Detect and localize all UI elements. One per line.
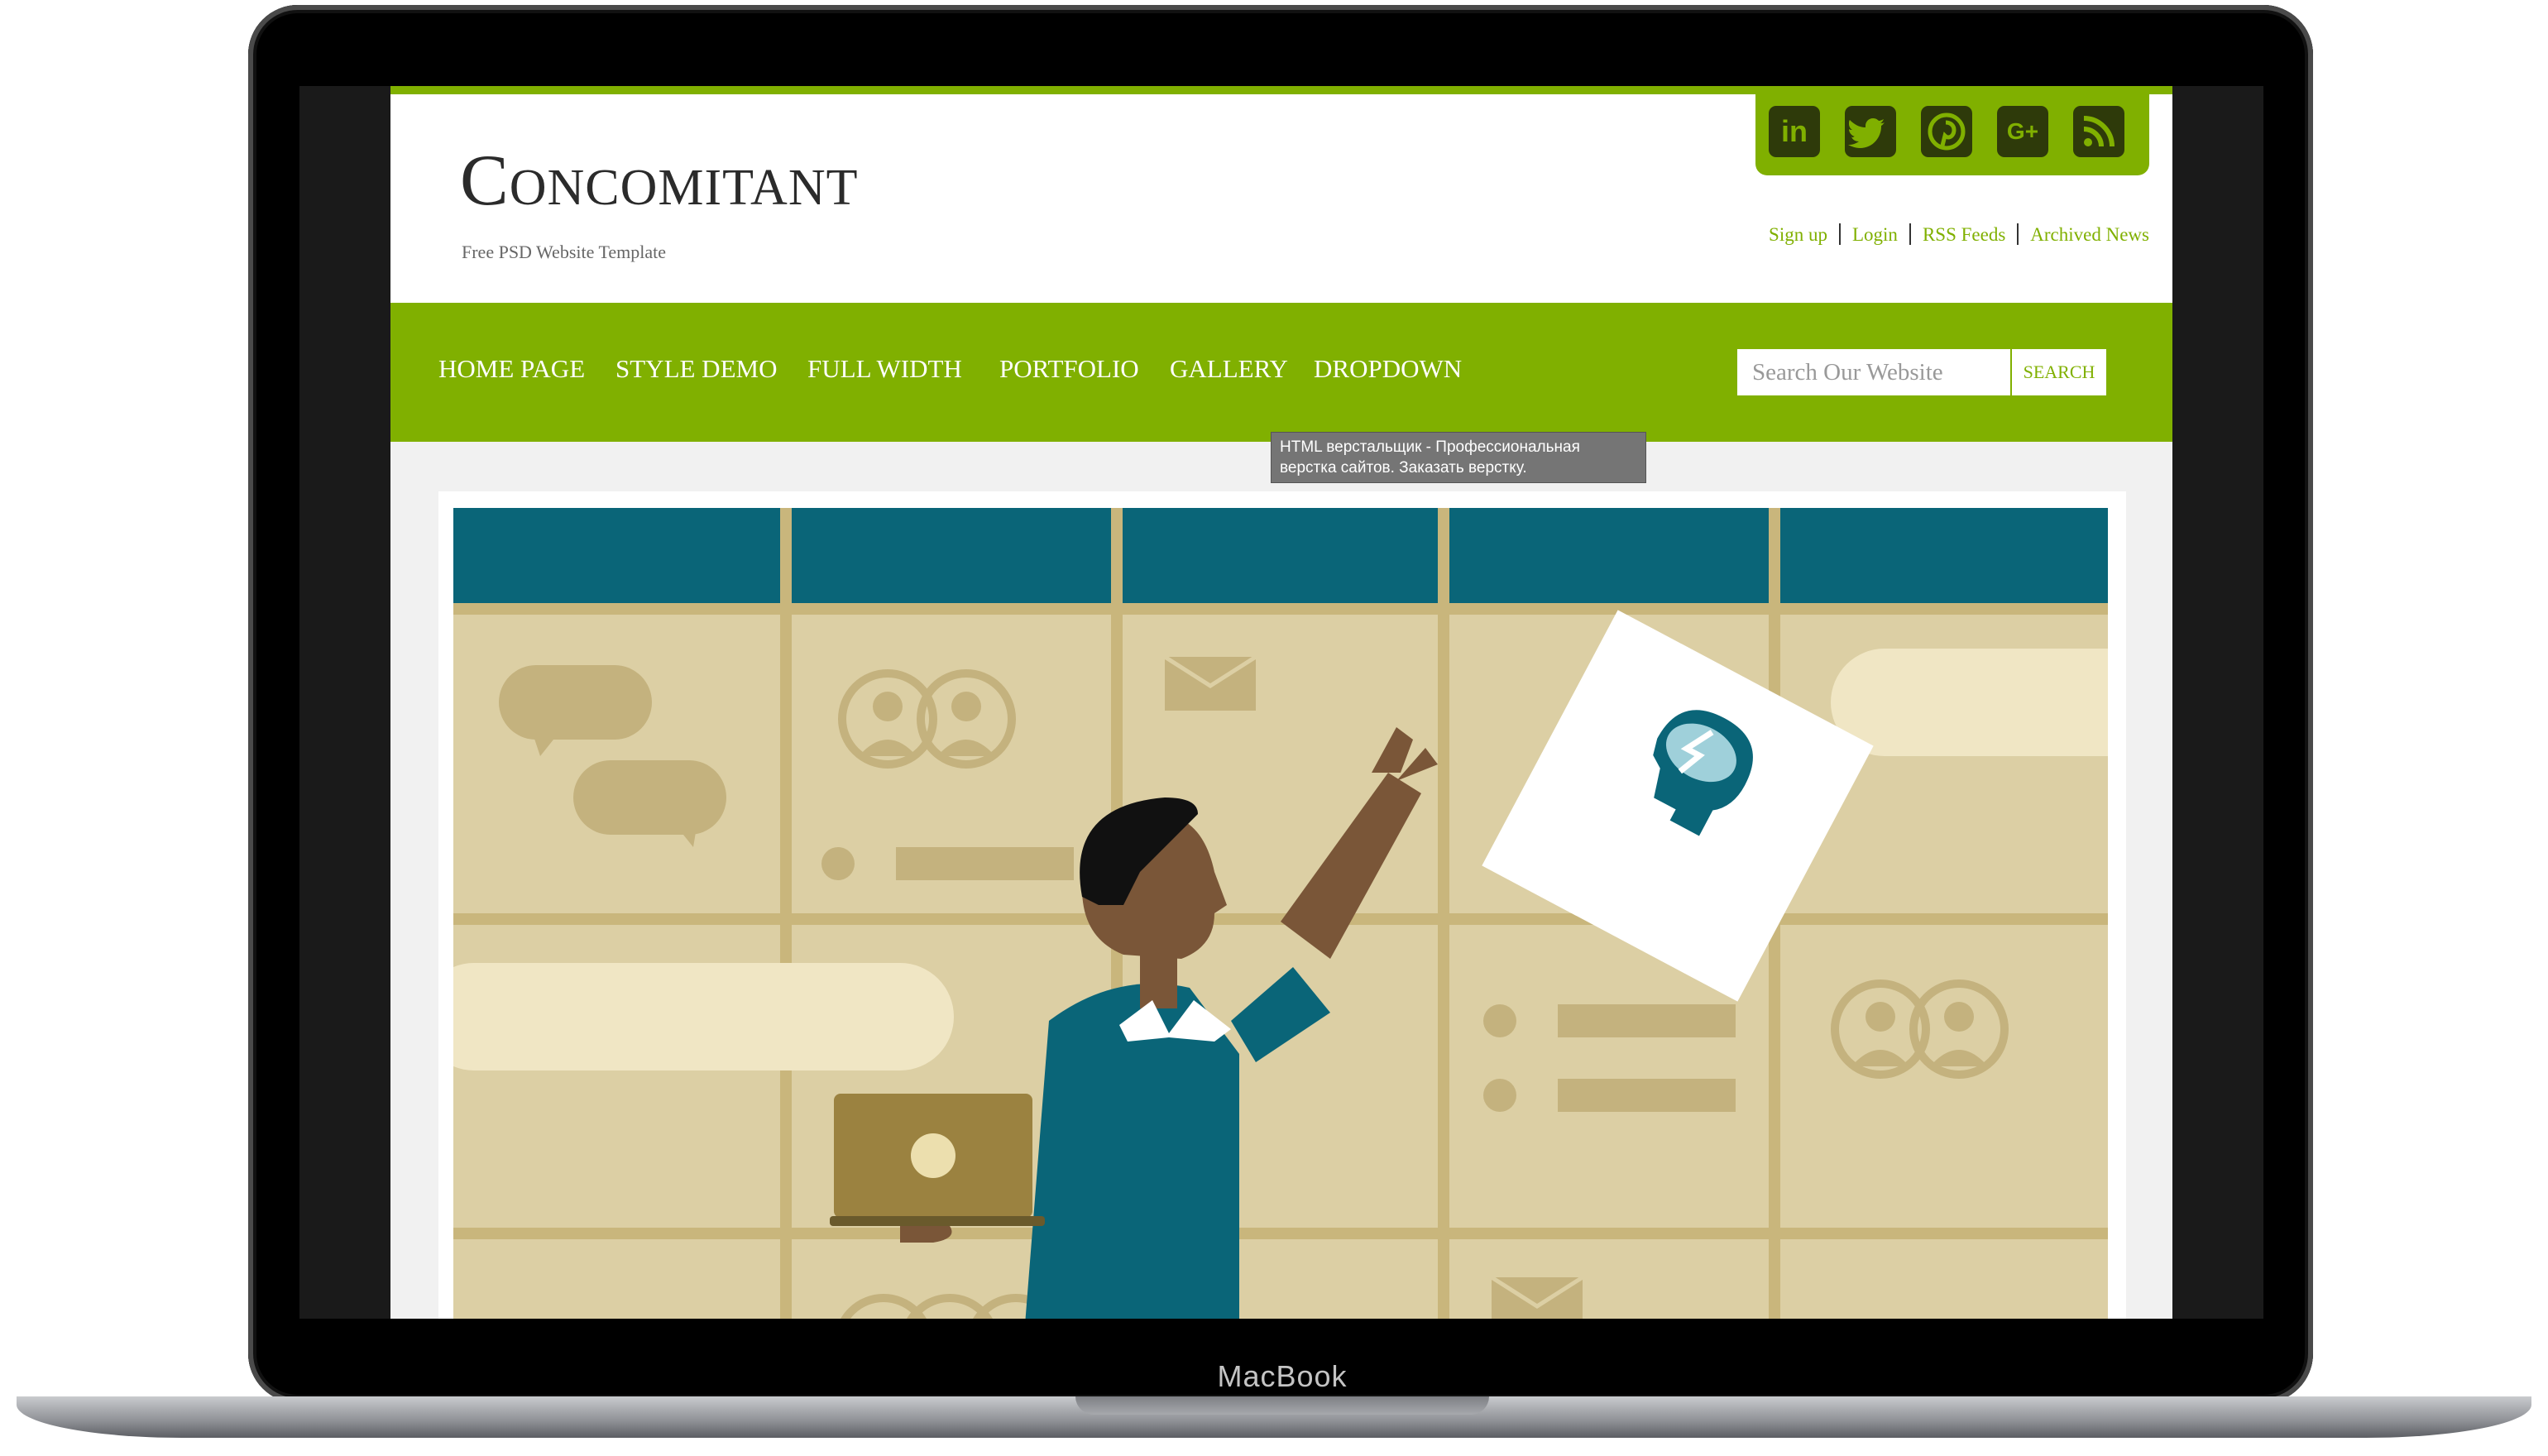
search-input[interactable] xyxy=(1737,349,2010,395)
signup-link[interactable]: Sign up xyxy=(1769,224,1827,245)
site-header: Concomitant Free PSD Website Template in… xyxy=(390,86,2172,303)
twitter-bird-glyph xyxy=(1848,118,1885,148)
tooltip-line-2: верстка сайтов. Заказать верстку. xyxy=(1280,459,1527,477)
search-button[interactable]: SEARCH xyxy=(2012,349,2106,395)
site-logo[interactable]: Concomitant xyxy=(460,139,858,223)
hero-illustration xyxy=(453,508,2108,1319)
login-link[interactable]: Login xyxy=(1852,224,1898,245)
linkedin-icon[interactable]: in xyxy=(1769,106,1820,157)
website-viewport: Concomitant Free PSD Website Template in… xyxy=(390,86,2172,1319)
nav-item-dropdown[interactable]: DROPDOWN xyxy=(1314,354,1462,384)
screen-bezel-right xyxy=(2172,86,2263,1319)
separator xyxy=(1909,223,1911,245)
pinterest-icon[interactable] xyxy=(1921,106,1972,157)
google-plus-icon[interactable]: G+ xyxy=(1997,106,2048,157)
tooltip-line-1: HTML верстальщик - Профессиональная xyxy=(1280,438,1580,456)
rss-feeds-link[interactable]: RSS Feeds xyxy=(1923,224,2005,245)
laptop-illustration xyxy=(830,1094,1045,1243)
separator xyxy=(1838,223,1841,245)
cloud-shape xyxy=(1831,649,2108,756)
nav-item-home[interactable]: HOME PAGE xyxy=(438,354,585,384)
nav-item-gallery[interactable]: GALLERY xyxy=(1170,354,1288,384)
screen-bezel-left xyxy=(299,86,390,1319)
board-header-cells xyxy=(453,508,2108,603)
nav-item-full-width[interactable]: FULL WIDTH xyxy=(807,354,962,384)
nav-item-style-demo[interactable]: STYLE DEMO xyxy=(615,354,777,384)
cloud-shape xyxy=(453,963,954,1070)
social-bar: in G+ xyxy=(1755,94,2149,175)
laptop-notch xyxy=(1075,1396,1489,1415)
nav-item-portfolio[interactable]: PORTFOLIO xyxy=(999,354,1139,384)
archived-news-link[interactable]: Archived News xyxy=(2030,224,2149,245)
tooltip: HTML верстальщик - Профессиональная верс… xyxy=(1271,432,1646,483)
pinterest-glyph xyxy=(1928,113,1966,151)
main-nav: HOME PAGE STYLE DEMO FULL WIDTH PORTFOLI… xyxy=(390,303,2172,442)
envelope-icon xyxy=(1163,654,1257,711)
site-tagline: Free PSD Website Template xyxy=(462,242,667,262)
twitter-icon[interactable] xyxy=(1845,106,1896,157)
content-area xyxy=(438,491,2126,1319)
envelope-icon xyxy=(1490,1275,1584,1319)
top-links: Sign up Login RSS Feeds Archived News xyxy=(1769,223,2149,246)
device-label: MacBook xyxy=(1217,1359,1348,1393)
rss-icon[interactable] xyxy=(2073,106,2124,157)
separator xyxy=(2017,223,2019,245)
rss-glyph xyxy=(2083,116,2115,147)
